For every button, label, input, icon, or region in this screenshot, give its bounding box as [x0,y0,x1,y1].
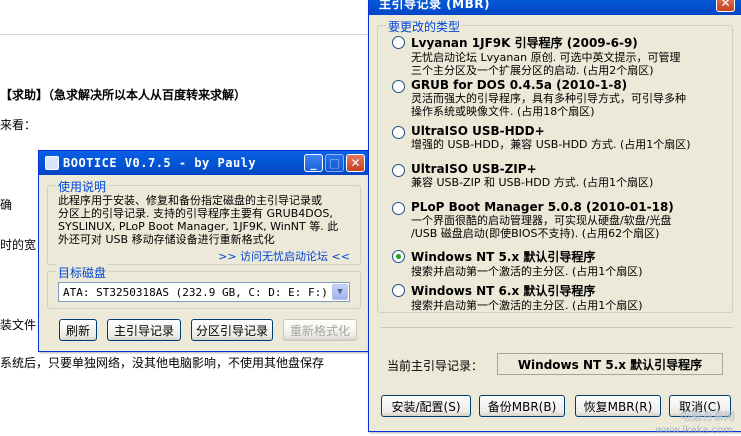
boot-option-title: Windows NT 6.x 默认引导程序 [411,284,596,298]
usage-line: SYSLINUX, PLoP Boot Manager, 1JF9K, WinN… [58,220,339,233]
boot-option-1[interactable]: GRUB for DOS 0.4.5a (2010-1-8) 灵活而强大的引导程序… [392,78,686,118]
maximize-icon: □ [325,154,344,172]
type-group: 要更改的类型 Lvyanan 1JF9K 引导程序 (2009-6-9) 无忧启动… [377,18,733,313]
boot-option-text: Windows NT 5.x 默认引导程序 搜索并启动第一个激活的主分区. (占用… [411,248,643,278]
disk-select-value: ATA: ST3250318AS (232.9 GB, C: D: E: F:) [63,285,328,299]
close-icon[interactable]: ✕ [346,154,365,172]
mbr-button[interactable]: 主引导记录 [107,319,181,341]
watermark-url: www.ikaka.com [655,425,733,436]
type-label: 要更改的类型 [386,18,463,35]
boot-option-text: PLoP Boot Manager 5.0.8 (2010-01-18) 一个界面… [411,200,674,240]
boot-option-desc: 操作系统或映像文件. (占用18个扇区) [411,105,595,118]
target-disk-label: 目标磁盘 [56,264,109,281]
forum-link[interactable]: >> 访问无忧启动论坛 << [218,248,350,264]
bootice-title: BOOTICE V0.7.5 - by Pauly [63,156,257,170]
radio-unchecked-icon[interactable] [392,164,405,177]
chevron-down-icon[interactable]: ▼ [332,284,348,300]
refresh-button[interactable]: 刷新 [59,319,97,341]
divider [381,327,733,328]
boot-option-desc: 一个界面很酷的启动管理器，可实现从硬盘/软盘/光盘 [411,214,672,227]
pbr-button[interactable]: 分区引导记录 [191,319,273,341]
background-line: 装文件 [0,318,37,332]
boot-option-5[interactable]: Windows NT 5.x 默认引导程序 搜索并启动第一个激活的主分区. (占用… [392,248,643,278]
mbr-window: 主引导记录 (MBR) ✕ 要更改的类型 Lvyanan 1JF9K 引导程序 … [368,0,741,432]
radio-unchecked-icon[interactable] [392,36,405,49]
boot-option-4[interactable]: PLoP Boot Manager 5.0.8 (2010-01-18) 一个界面… [392,200,674,240]
background-line: 来看： [0,118,37,132]
background-heading: 【求助】（急求解决所以本人从百度转来求解） [0,88,247,102]
boot-option-desc: 增强的 USB-HDD，兼容 USB-HDD 方式. (占用1个扇区) [411,138,691,151]
target-disk-group: 目标磁盘 ATA: ST3250318AS (232.9 GB, C: D: E… [47,264,361,309]
disk-select[interactable]: ATA: ST3250318AS (232.9 GB, C: D: E: F:)… [58,282,350,302]
radio-unchecked-icon[interactable] [392,80,405,93]
current-mbr-value: Windows NT 5.x 默认引导程序 [497,353,723,375]
boot-option-3[interactable]: UltraISO USB-ZIP+ 兼容 USB-ZIP 和 USB-HDD 方式… [392,162,653,189]
close-icon[interactable]: ✕ [716,0,735,12]
bootice-titlebar[interactable]: BOOTICE V0.7.5 - by Pauly _ □ ✕ [39,151,369,175]
radio-unchecked-icon[interactable] [392,284,405,297]
boot-option-desc: 兼容 USB-ZIP 和 USB-HDD 方式. (占用1个扇区) [411,176,654,189]
format-button: 重新格式化 [283,319,357,341]
radio-checked-icon[interactable] [392,250,405,263]
usage-line: 外还可对 USB 移动存储设备进行重新格式化 [58,233,275,246]
boot-option-title: Lvyanan 1JF9K 引导程序 (2009-6-9) [411,36,638,50]
current-mbr-label: 当前主引导记录： [387,359,484,373]
radio-unchecked-icon[interactable] [392,126,405,139]
boot-option-0[interactable]: Lvyanan 1JF9K 引导程序 (2009-6-9) 无忧启动论坛 Lvya… [392,34,681,77]
bootice-window: BOOTICE V0.7.5 - by Pauly _ □ ✕ 使用说明 此程序… [38,150,370,352]
usage-line: 此程序用于安装、修复和备份指定磁盘的主引导记录或 [58,194,322,207]
boot-option-text: Windows NT 6.x 默认引导程序 搜索并启动第一个激活的主分区. (占用… [411,282,643,312]
boot-option-desc: 搜索并启动第一个激活的主分区. (占用1个扇区) [411,299,643,312]
boot-option-text: UltraISO USB-HDD+ 增强的 USB-HDD，兼容 USB-HDD … [411,124,691,151]
install-button[interactable]: 安装/配置(S) [381,395,471,417]
boot-option-title: UltraISO USB-ZIP+ [411,162,537,176]
mbr-titlebar[interactable]: 主引导记录 (MBR) ✕ [369,0,741,15]
boot-option-title: PLoP Boot Manager 5.0.8 (2010-01-18) [411,200,674,214]
usage-label: 使用说明 [56,178,109,195]
usage-group: 使用说明 此程序用于安装、修复和备份指定磁盘的主引导记录或 分区上的引导记录. … [47,178,361,265]
boot-option-title: UltraISO USB-HDD+ [411,124,545,138]
boot-option-2[interactable]: UltraISO USB-HDD+ 增强的 USB-HDD，兼容 USB-HDD … [392,124,691,151]
boot-option-desc: 搜索并启动第一个激活的主分区. (占用1个扇区) [411,265,643,278]
boot-option-desc: 灵活而强大的引导程序，具有多种引导方式，可引导多种 [411,92,686,105]
radio-unchecked-icon[interactable] [392,202,405,215]
restore-mbr-button[interactable]: 恢复MBR(R) [575,395,661,417]
boot-option-desc: 三个主分区及一个扩展分区的启动. (占用2个扇区) [411,64,654,77]
app-icon [45,156,59,170]
boot-option-desc: 无忧启动论坛 Lvyanan 原创. 可选中英文提示，可管理 [411,51,681,64]
usage-line: 分区上的引导记录. 支持的引导程序主要有 GRUB4DOS, [58,207,333,220]
background-line: 确 [0,198,13,212]
boot-option-title: GRUB for DOS 0.4.5a (2010-1-8) [411,78,628,92]
boot-option-desc: /USB 磁盘启动(即使BIOS不支持). (占用62个扇区) [411,227,660,240]
background-line: 时的宽 [0,238,37,252]
boot-option-6[interactable]: Windows NT 6.x 默认引导程序 搜索并启动第一个激活的主分区. (占用… [392,282,643,312]
usage-text: 此程序用于安装、修复和备份指定磁盘的主引导记录或 分区上的引导记录. 支持的引导… [58,194,338,246]
boot-option-text: Lvyanan 1JF9K 引导程序 (2009-6-9) 无忧启动论坛 Lvya… [411,34,681,77]
boot-option-text: UltraISO USB-ZIP+ 兼容 USB-ZIP 和 USB-HDD 方式… [411,162,653,189]
watermark-logo: 电脑百事网 [680,410,735,423]
boot-option-text: GRUB for DOS 0.4.5a (2010-1-8) 灵活而强大的引导程序… [411,78,686,118]
mbr-title: 主引导记录 (MBR) [379,0,490,11]
background-line: 系统后，只要单独网络，没其他电脑影响，不使用其他盘保存 [0,356,325,370]
boot-option-title: Windows NT 5.x 默认引导程序 [411,250,596,264]
minimize-icon[interactable]: _ [304,154,323,172]
backup-mbr-button[interactable]: 备份MBR(B) [479,395,565,417]
